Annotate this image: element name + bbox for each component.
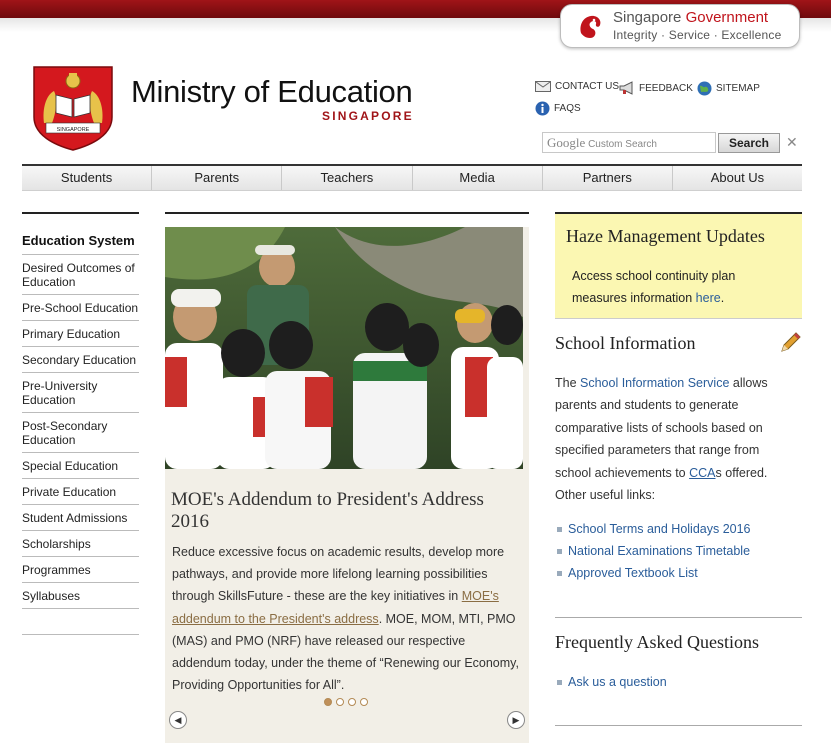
singapore-government-badge[interactable]: Singapore Government Integrity · Service… [560,4,800,48]
feedback-link[interactable]: FEEDBACK [619,81,693,95]
gov-badge-motto: Integrity · Service · Excellence [613,28,782,42]
info-icon [535,101,550,116]
site-subtitle: SINGAPORE [322,109,414,123]
search-placeholder: Custom Search [588,139,657,150]
merlion-lion-icon [580,15,601,38]
cca-link[interactable]: CCA [689,466,715,480]
site-title[interactable]: Ministry of Education [131,74,413,110]
nav-tab-media[interactable]: Media [413,166,543,190]
sidebar-item-pre-university[interactable]: Pre-University Education [22,373,139,413]
school-information-service-link[interactable]: School Information Service [580,376,729,390]
bullet-square-icon [557,526,562,532]
faqs-link[interactable]: FAQS [535,101,581,116]
google-logo-text: Google [547,135,586,150]
carousel-dot-1[interactable] [324,698,332,706]
carousel-prev-button[interactable]: ◀ [169,711,187,729]
sidebar: Education System Desired Outcomes of Edu… [22,212,139,635]
megaphone-icon [619,81,633,95]
divider [555,725,802,726]
haze-body: Access school continuity plan measures i… [572,269,736,305]
moe-crest-logo[interactable]: SINGAPORE [32,65,114,151]
carousel-dot-3[interactable] [348,698,356,706]
sidebar-item-pre-school[interactable]: Pre-School Education [22,295,139,321]
sidebar-spacer [22,609,139,635]
sidebar-item-admissions[interactable]: Student Admissions [22,505,139,531]
main-nav: Students Parents Teachers Media Partners… [22,164,802,191]
search-button[interactable]: Search [718,133,780,153]
sidebar-item-special[interactable]: Special Education [22,453,139,479]
feature-carousel: MOE's Addendum to President's Address 20… [165,227,529,743]
search-input[interactable]: Google Custom Search [542,132,716,153]
carousel-dot-2[interactable] [336,698,344,706]
feature-top-rule [165,212,529,214]
feature-title[interactable]: MOE's Addendum to President's Address 20… [171,489,516,533]
school-information-title: School Information [555,333,696,353]
haze-updates-panel: Haze Management Updates Access school co… [555,212,802,319]
nav-tab-teachers[interactable]: Teachers [282,166,413,190]
pencil-icon[interactable] [778,331,802,355]
link-school-terms[interactable]: School Terms and Holidays 2016 [557,518,802,540]
contact-us-link[interactable]: CONTACT US [535,81,619,92]
link-ask-question[interactable]: Ask us a question [557,671,667,693]
globe-icon [697,81,712,96]
sidebar-item-post-secondary[interactable]: Post-Secondary Education [22,413,139,453]
carousel-dots [324,698,368,706]
haze-here-link[interactable]: here [696,291,721,305]
bullet-square-icon [557,548,562,554]
haze-title: Haze Management Updates [566,226,765,246]
nav-tab-partners[interactable]: Partners [543,166,673,190]
faq-links-list: Ask us a question [557,671,667,693]
divider [555,617,802,618]
nav-tab-parents[interactable]: Parents [152,166,283,190]
envelope-icon [535,81,551,92]
clear-search-icon[interactable]: ✕ [786,134,798,151]
feature-photo[interactable] [165,227,523,469]
sidebar-item-secondary[interactable]: Secondary Education [22,347,139,373]
carousel-dot-4[interactable] [360,698,368,706]
sidebar-item-private[interactable]: Private Education [22,479,139,505]
sidebar-heading[interactable]: Education System [22,214,139,255]
faq-title: Frequently Asked Questions [555,632,759,652]
gov-badge-title: Singapore Government [613,9,769,26]
feature-body: Reduce excessive focus on academic resul… [172,545,519,693]
carousel-next-button[interactable]: ▶ [507,711,525,729]
nav-tab-about-us[interactable]: About Us [673,166,802,190]
sidebar-item-scholarships[interactable]: Scholarships [22,531,139,557]
sidebar-item-primary[interactable]: Primary Education [22,321,139,347]
useful-links-list: School Terms and Holidays 2016 National … [557,518,802,585]
nav-tab-students[interactable]: Students [22,166,153,190]
school-information-body: The School Information Service allows pa… [555,376,768,503]
bullet-square-icon [557,571,562,576]
sitemap-link[interactable]: SITEMAP [697,81,760,96]
link-textbook-list[interactable]: Approved Textbook List [557,562,802,584]
crest-label: SINGAPORE [57,127,90,133]
link-exam-timetable[interactable]: National Examinations Timetable [557,540,802,562]
sidebar-item-programmes[interactable]: Programmes [22,557,139,583]
bullet-square-icon [557,679,562,685]
sidebar-item-desired-outcomes[interactable]: Desired Outcomes of Education [22,255,139,295]
sidebar-item-syllabuses[interactable]: Syllabuses [22,583,139,609]
